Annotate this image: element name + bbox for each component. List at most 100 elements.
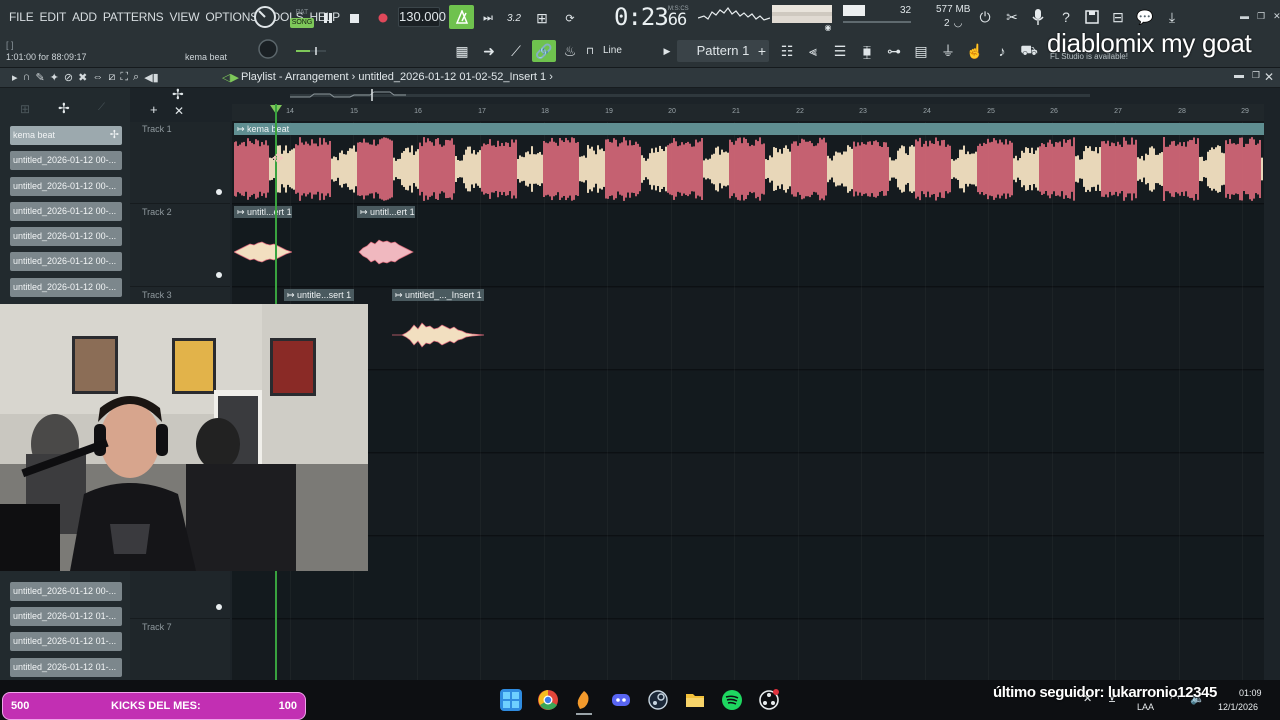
picker-item[interactable]: untitled_2026-01-12 00-... [10,151,122,170]
picker-audio-icon[interactable]: ✢ [58,100,70,117]
master-pitch-slider[interactable] [296,46,326,56]
audio-clip[interactable]: ↦ untitl...ert 1 [357,206,415,286]
mute-tool-icon[interactable]: ✖ [78,71,87,84]
overview-minimap[interactable] [290,89,406,101]
track-header[interactable]: Track 2 [130,205,230,287]
slip-tool-icon[interactable]: ⇔ [92,71,103,84]
picker-close-icon[interactable]: ✕ [174,104,184,118]
browser-button[interactable]: ⊶ [884,41,904,61]
taskbar-date[interactable]: 12/1/2026 [1218,702,1258,712]
track-lane[interactable] [232,537,1264,619]
picker-item[interactable]: untitled_2026-01-12 00-... [10,202,122,221]
arrangement-grid[interactable]: ↦ kema beat ↦ untitl...ert 1 ↦ untitl...… [232,122,1264,680]
track-header[interactable]: Track 1 [130,122,230,204]
magnet-snap-icon[interactable]: ∩ [23,71,31,84]
picker-move-icon[interactable]: ✢ [172,86,184,103]
file-explorer-icon[interactable] [684,689,706,711]
chat-button[interactable]: 💬 [1135,7,1155,27]
chrome-icon[interactable] [537,689,559,711]
pause-button[interactable] [318,8,338,28]
channel-rack-button[interactable]: ☰ [830,41,850,61]
menu-patterns[interactable]: PATTERNS [100,10,167,24]
audio-clip[interactable]: ↦ untitl...ert 1 [234,206,292,286]
snap-link-button[interactable]: 🔗 [532,40,556,62]
playlist-maximize-icon[interactable]: ❐ [1252,70,1260,81]
pat-song-toggle[interactable]: PAT SONG [290,8,314,30]
discord-icon[interactable] [610,689,632,711]
mixer-view-button[interactable]: ⧯ [857,41,877,61]
download-button[interactable]: ⤓ [1162,7,1182,27]
track-enable-dot[interactable] [216,272,222,278]
picker-item[interactable]: untitled_2026-01-12 00-... [10,582,122,601]
update-notification[interactable]: FL Studio is available! [1050,52,1128,61]
track-enable-dot[interactable] [216,604,222,610]
menu-file[interactable]: FILE [6,10,37,24]
picker-item[interactable]: untitled_2026-01-12 01-... [10,658,122,677]
pencil-tool-icon[interactable]: ✎ [35,71,44,84]
menu-view[interactable]: VIEW [166,10,202,24]
piano-roll-view-button[interactable]: ⫷ [803,41,823,61]
shop-button[interactable]: ⛟ [1019,41,1039,61]
step-edit-button[interactable]: ⊞ [532,8,552,28]
typing-keyboard-button[interactable]: ♨ [560,41,580,61]
countdown-button[interactable]: 3.2 [504,8,524,28]
pattern-prev-button[interactable]: ▶ [660,41,674,61]
picker-add-icon[interactable]: + [150,102,158,117]
paint-tool-icon[interactable]: ✦ [50,71,59,84]
draw-tool-button[interactable]: ⟋ [506,41,526,61]
maximize-icon[interactable]: ❐ [1257,11,1265,22]
plugin-database-button[interactable]: ⏚ [938,41,958,61]
track-lane[interactable] [232,620,1264,680]
cut-button[interactable]: ✂ [1002,7,1022,27]
audio-clip[interactable]: ↦ untitled_..._Insert 1 [392,289,484,369]
piano-roll-button[interactable]: ▦ [452,41,472,61]
metronome-button[interactable] [449,5,474,29]
spotify-icon[interactable] [721,689,743,711]
app-icon[interactable] [758,689,780,711]
picker-item[interactable]: untitled_2026-01-12 00-... [10,278,122,297]
minimize-icon[interactable]: ▬ [1240,11,1249,22]
track-lane[interactable] [232,288,1264,370]
arrow-tool-button[interactable]: ➜ [479,41,499,61]
record-button[interactable] [373,8,393,28]
fl-studio-taskbar-icon[interactable] [573,689,595,715]
help-button[interactable]: ? [1056,7,1076,27]
master-volume-knob[interactable] [253,5,277,29]
touch-keyboard-button[interactable]: ☝ [965,41,985,61]
tempo-display[interactable]: 130.000 [398,7,446,27]
project-button[interactable]: ▤ [911,41,931,61]
menu-edit[interactable]: EDIT [37,10,70,24]
mic-button[interactable] [1028,7,1048,27]
taskbar-time[interactable]: 01:09 [1239,688,1262,698]
timeline-ruler[interactable]: 14 15 16 17 18 19 20 21 22 23 24 25 26 2… [232,104,1264,122]
pat-mode[interactable]: PAT [290,8,314,18]
track-lane[interactable] [232,454,1264,536]
picker-item[interactable]: kema beat ✢ [10,126,122,145]
slice-tool-icon[interactable]: ⧄ [108,71,115,84]
start-button-icon[interactable] [500,689,522,711]
playlist-button[interactable]: ☷ [777,41,797,61]
close-icon[interactable]: ✕ [1273,11,1280,22]
delete-tool-icon[interactable]: ⊘ [64,71,73,84]
reset-button[interactable]: ⏻ [975,7,995,27]
playlist-minimize-icon[interactable]: ▬ [1234,70,1244,81]
menu-add[interactable]: ADD [69,10,100,24]
playlist-close-icon[interactable]: ✕ [1264,70,1274,84]
playback-tool-icon[interactable]: ◀▮ [144,71,159,84]
stop-button[interactable] [344,8,364,28]
input-language[interactable]: LAA [1137,702,1154,712]
master-pitch-knob[interactable] [257,38,279,60]
picker-item[interactable]: untitled_2026-01-12 01-... [10,607,122,626]
picker-automation-icon[interactable]: ⟋ [98,102,105,113]
audio-clip[interactable]: ↦ kema beat [234,123,1264,203]
loop-record-button[interactable]: ⟳ [560,8,580,28]
menu-arrow-icon[interactable]: ▸ [12,71,18,84]
mixer-button[interactable]: ⊟ [1108,7,1128,27]
select-tool-icon[interactable]: ⛶ [120,71,128,84]
playlist-scrollbar[interactable] [290,94,1090,97]
zoom-tool-icon[interactable]: ⌕ [133,71,139,84]
video-player-button[interactable]: ♪ [992,41,1012,61]
track-enable-dot[interactable] [216,189,222,195]
picker-item[interactable]: untitled_2026-01-12 01-... [10,632,122,651]
add-pattern-button[interactable]: + [752,41,772,61]
